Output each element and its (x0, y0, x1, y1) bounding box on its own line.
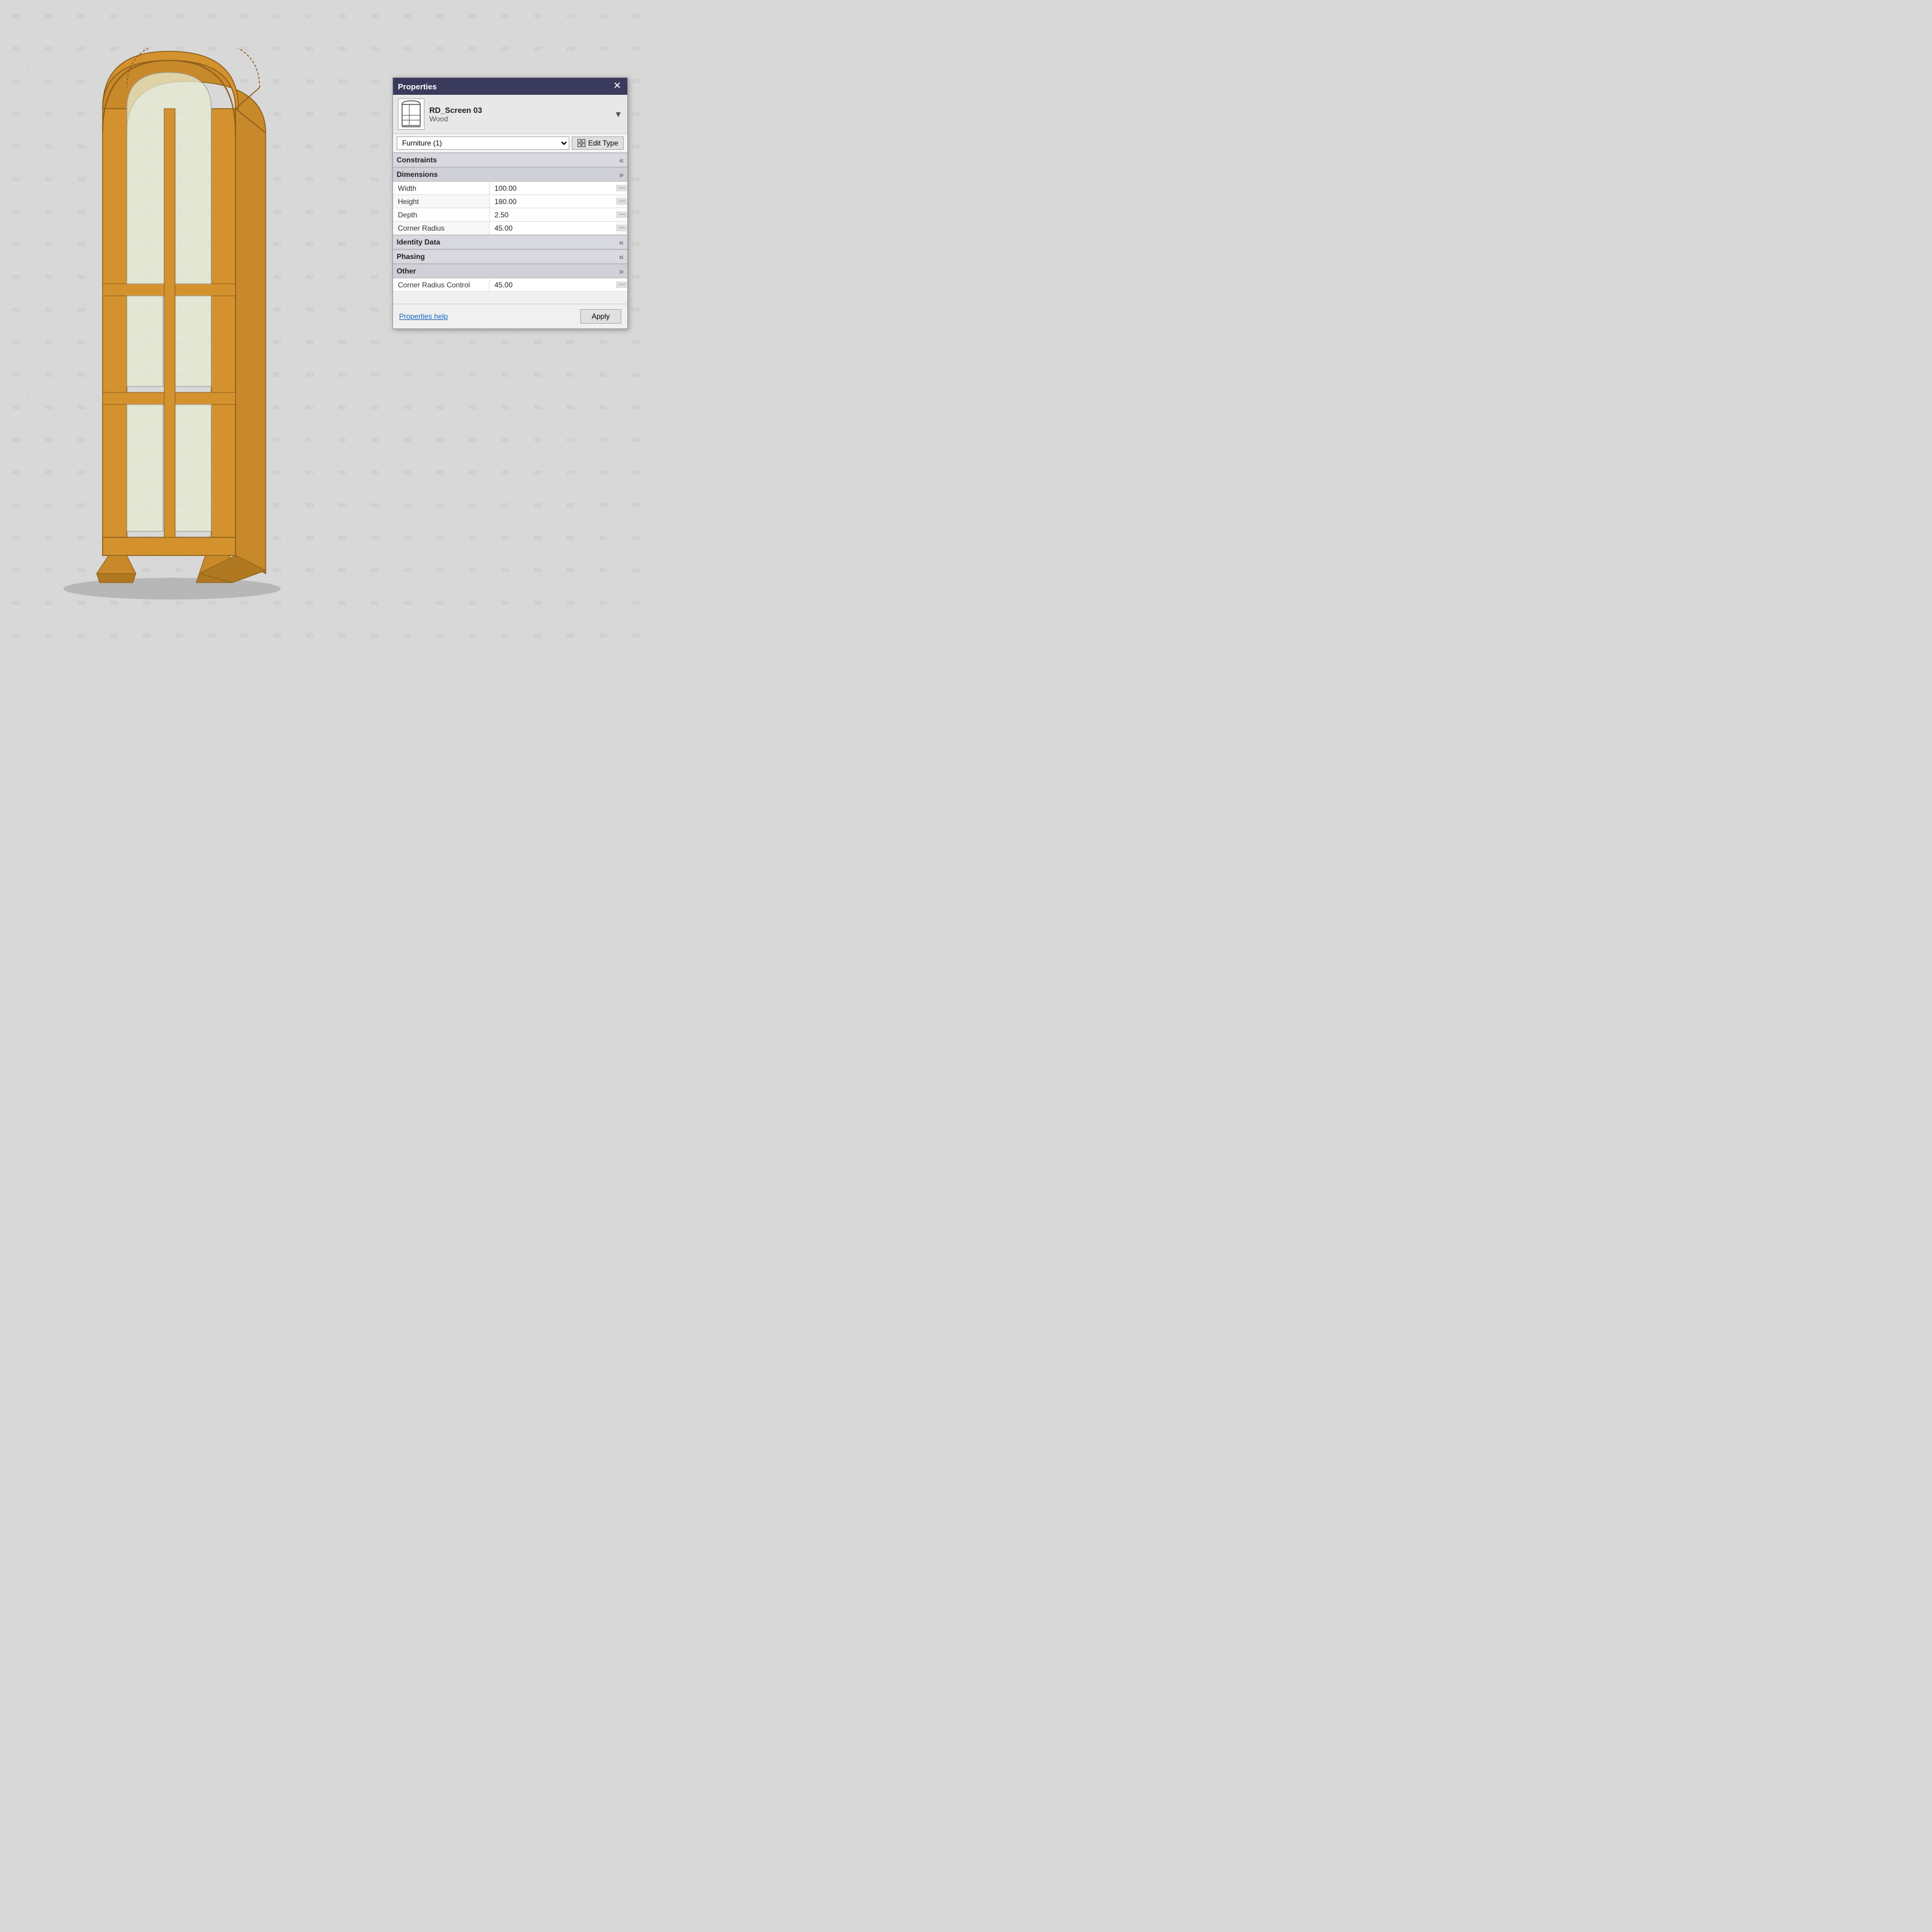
item-info: RD_Screen 03 Wood (429, 106, 609, 123)
prop-value-corner-radius-control[interactable] (490, 279, 616, 291)
phasing-label: Phasing (397, 252, 425, 261)
prop-row-height: Height ⋯ (393, 195, 627, 208)
item-name: RD_Screen 03 (429, 106, 609, 115)
properties-help-link[interactable]: Properties help (399, 312, 448, 321)
prop-label-corner-radius-control: Corner Radius Control (393, 279, 490, 291)
dimensions-label: Dimensions (397, 170, 438, 179)
constraints-label: Constraints (397, 156, 437, 164)
other-properties: Corner Radius Control ⋯ (393, 278, 627, 292)
identity-data-label: Identity Data (397, 238, 440, 246)
edit-type-icon (577, 139, 586, 147)
thumbnail-icon (400, 100, 423, 129)
main-content: Properties ✕ RD_Screen 03 Wood ▼ (0, 0, 658, 658)
edit-type-label: Edit Type (588, 139, 618, 147)
dimensions-toggle: » (619, 170, 624, 179)
prop-row-depth: Depth ⋯ (393, 208, 627, 222)
prop-btn-corner-radius-control[interactable]: ⋯ (616, 281, 627, 288)
prop-label-corner-radius: Corner Radius (393, 222, 490, 234)
panel-titlebar: Properties ✕ (393, 78, 627, 95)
prop-label-depth: Depth (393, 209, 490, 221)
panel-spacer (393, 292, 627, 304)
other-toggle: » (619, 266, 624, 276)
item-thumbnail (398, 98, 424, 130)
prop-label-height: Height (393, 196, 490, 208)
section-identity-data[interactable]: Identity Data « (393, 235, 627, 249)
panel-title: Properties (398, 82, 437, 91)
panel-footer: Properties help Apply (393, 304, 627, 328)
prop-row-corner-radius-control: Corner Radius Control ⋯ (393, 278, 627, 292)
edit-type-button[interactable]: Edit Type (572, 136, 624, 150)
furniture-3d (42, 48, 302, 610)
other-label: Other (397, 267, 416, 275)
prop-label-width: Width (393, 182, 490, 194)
prop-value-corner-radius[interactable] (490, 222, 616, 234)
prop-value-depth[interactable] (490, 209, 616, 221)
phasing-toggle: « (619, 252, 624, 261)
panel-header: RD_Screen 03 Wood ▼ (393, 95, 627, 134)
close-button[interactable]: ✕ (612, 82, 622, 91)
prop-value-height[interactable] (490, 196, 616, 208)
constraints-toggle: « (619, 155, 624, 165)
properties-panel: Properties ✕ RD_Screen 03 Wood ▼ (392, 77, 628, 329)
dimensions-properties: Width ⋯ Height ⋯ Depth ⋯ Corner Radius ⋯ (393, 182, 627, 235)
identity-data-toggle: « (619, 237, 624, 247)
section-constraints[interactable]: Constraints « (393, 153, 627, 167)
viewport (0, 0, 350, 658)
prop-btn-depth[interactable]: ⋯ (616, 211, 627, 218)
item-sub: Wood (429, 115, 609, 123)
section-other[interactable]: Other » (393, 264, 627, 278)
prop-value-width[interactable] (490, 182, 616, 194)
family-row: Furniture (1) Edit Type (393, 134, 627, 153)
prop-btn-width[interactable]: ⋯ (616, 185, 627, 191)
apply-button[interactable]: Apply (580, 309, 621, 324)
header-dropdown-arrow[interactable]: ▼ (614, 109, 622, 119)
prop-btn-height[interactable]: ⋯ (616, 198, 627, 205)
family-select[interactable]: Furniture (1) (397, 136, 569, 150)
section-phasing[interactable]: Phasing « (393, 249, 627, 264)
prop-btn-corner-radius[interactable]: ⋯ (616, 225, 627, 231)
prop-row-width: Width ⋯ (393, 182, 627, 195)
prop-row-corner-radius: Corner Radius ⋯ (393, 222, 627, 235)
section-dimensions[interactable]: Dimensions » (393, 167, 627, 182)
